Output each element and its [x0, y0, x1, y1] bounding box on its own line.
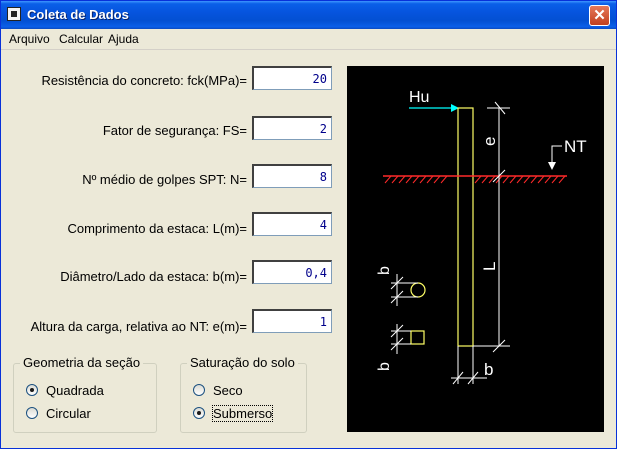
radio-submerso[interactable]: [193, 407, 205, 419]
circular-section-icon: [390, 274, 426, 306]
label-b-bottom: b: [484, 360, 493, 379]
input-comprimento[interactable]: [252, 212, 332, 236]
input-fck[interactable]: [252, 66, 332, 90]
menu-bar: Arquivo Calcular Ajuda: [1, 29, 616, 50]
label-altura: Altura da carga, relativa ao NT: e(m)=: [30, 319, 247, 334]
menu-ajuda[interactable]: Ajuda: [108, 32, 139, 46]
label-fs: Fator de segurança: FS=: [102, 123, 247, 138]
label-diametro: Diâmetro/Lado da estaca: b(m)=: [60, 269, 247, 284]
radio-circular-label[interactable]: Circular: [46, 406, 91, 421]
label-spt: Nº médio de golpes SPT: N=: [82, 172, 247, 187]
label-fck: Resistência do concreto: fck(MPa)=: [41, 73, 247, 88]
input-fs[interactable]: [252, 116, 332, 140]
group-saturacao-title: Saturação do solo: [187, 355, 298, 370]
input-altura[interactable]: [252, 309, 332, 333]
pile-diagram-svg: Hu NT e L b b b: [376, 89, 587, 385]
radio-seco[interactable]: [193, 384, 205, 396]
input-spt[interactable]: [252, 164, 332, 188]
radio-seco-label[interactable]: Seco: [213, 383, 243, 398]
group-geometria-title: Geometria da seção: [20, 355, 144, 370]
radio-quadrada[interactable]: [26, 384, 38, 396]
menu-arquivo[interactable]: Arquivo: [9, 32, 50, 46]
label-e: e: [480, 137, 499, 146]
label-b-square: b: [376, 362, 393, 371]
pile-diagram: Hu NT e L b b b: [347, 66, 604, 432]
window-title: Coleta de Dados: [27, 7, 129, 22]
label-hu: Hu: [409, 89, 429, 106]
radio-submerso-label[interactable]: Submerso: [211, 405, 274, 422]
label-comprimento: Comprimento da estaca: L(m)=: [67, 221, 247, 236]
app-window: Coleta de Dados ✕ Arquivo Calcular Ajuda…: [0, 0, 617, 449]
ground-line-icon: [383, 175, 567, 184]
title-bar[interactable]: Coleta de Dados ✕: [1, 1, 616, 29]
label-nt: NT: [564, 137, 587, 156]
group-geometria: Geometria da seção Quadrada Circular: [13, 355, 157, 433]
menu-calcular[interactable]: Calcular: [59, 32, 103, 46]
label-l: L: [480, 262, 499, 271]
radio-quadrada-label[interactable]: Quadrada: [46, 383, 104, 398]
square-section-icon: [390, 324, 425, 354]
close-button[interactable]: ✕: [589, 5, 610, 26]
group-saturacao: Saturação do solo Seco Submerso: [180, 355, 307, 433]
nt-marker-icon: [548, 145, 562, 170]
input-diametro[interactable]: [252, 260, 332, 284]
label-b-circle: b: [376, 266, 393, 275]
app-icon: [7, 7, 21, 21]
radio-circular[interactable]: [26, 407, 38, 419]
pile-shape: [457, 107, 474, 347]
